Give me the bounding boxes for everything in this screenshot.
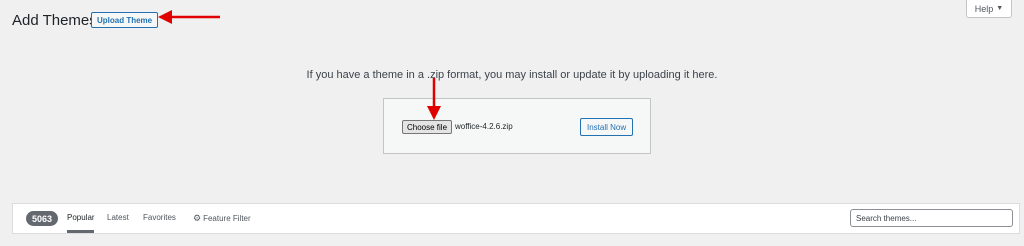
install-now-button[interactable]: Install Now xyxy=(580,118,634,136)
tab-popular[interactable]: Popular xyxy=(67,213,95,222)
caret-down-icon: ▼ xyxy=(996,5,1004,12)
gear-icon: ⚙ xyxy=(193,213,202,223)
upload-theme-button[interactable]: Upload Theme xyxy=(91,12,159,28)
upload-form: Choose file woffice-4.2.6.zip Install No… xyxy=(383,98,651,154)
theme-filter-bar: 5063 Popular Latest Favorites ⚙ Feature F… xyxy=(12,203,1020,234)
active-tab-indicator xyxy=(67,230,94,233)
upload-instructions: If you have a theme in a .zip format, yo… xyxy=(306,69,718,81)
help-tab[interactable]: Help ▼ xyxy=(966,0,1012,18)
tab-latest[interactable]: Latest xyxy=(107,213,129,222)
selected-file-name: woffice-4.2.6.zip xyxy=(455,122,513,131)
feature-filter-label: Feature Filter xyxy=(203,214,251,223)
tab-favorites[interactable]: Favorites xyxy=(143,213,176,222)
arrow-to-upload-button-icon xyxy=(158,10,220,24)
search-themes-input[interactable] xyxy=(850,209,1013,227)
page-title: Add Themes xyxy=(12,12,97,29)
help-label: Help xyxy=(974,3,994,14)
theme-count-badge: 5063 xyxy=(26,211,59,226)
feature-filter-link[interactable]: ⚙ Feature Filter xyxy=(193,213,251,224)
choose-file-button[interactable]: Choose file xyxy=(402,120,453,134)
